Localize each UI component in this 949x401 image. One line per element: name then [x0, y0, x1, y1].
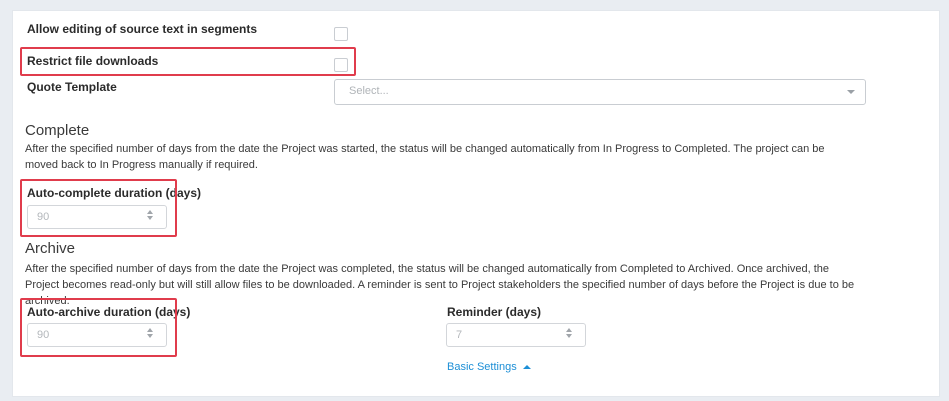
archive-section-title: Archive: [25, 240, 76, 257]
quote-template-placeholder: Select...: [349, 85, 389, 97]
auto-archive-highlight: [20, 298, 177, 357]
quote-template-label: Quote Template: [27, 80, 117, 94]
allow-editing-label: Allow editing of source text in segments: [27, 22, 258, 36]
basic-settings-label: Basic Settings: [447, 361, 517, 373]
complete-section-title: Complete: [25, 122, 90, 139]
reminder-input[interactable]: 7: [446, 323, 586, 347]
reminder-label: Reminder (days): [447, 305, 542, 319]
quote-template-select[interactable]: Select...: [334, 79, 866, 105]
basic-settings-link[interactable]: Basic Settings: [447, 361, 531, 373]
chevron-up-icon: [522, 365, 531, 369]
restrict-downloads-highlight: [20, 47, 356, 76]
auto-complete-highlight: [20, 179, 177, 237]
allow-editing-checkbox[interactable]: [334, 27, 348, 41]
complete-description: After the specified number of days from …: [25, 143, 825, 171]
spin-arrows-icon[interactable]: [565, 328, 573, 340]
reminder-value: 7: [456, 329, 463, 341]
chevron-down-icon: [847, 90, 855, 94]
